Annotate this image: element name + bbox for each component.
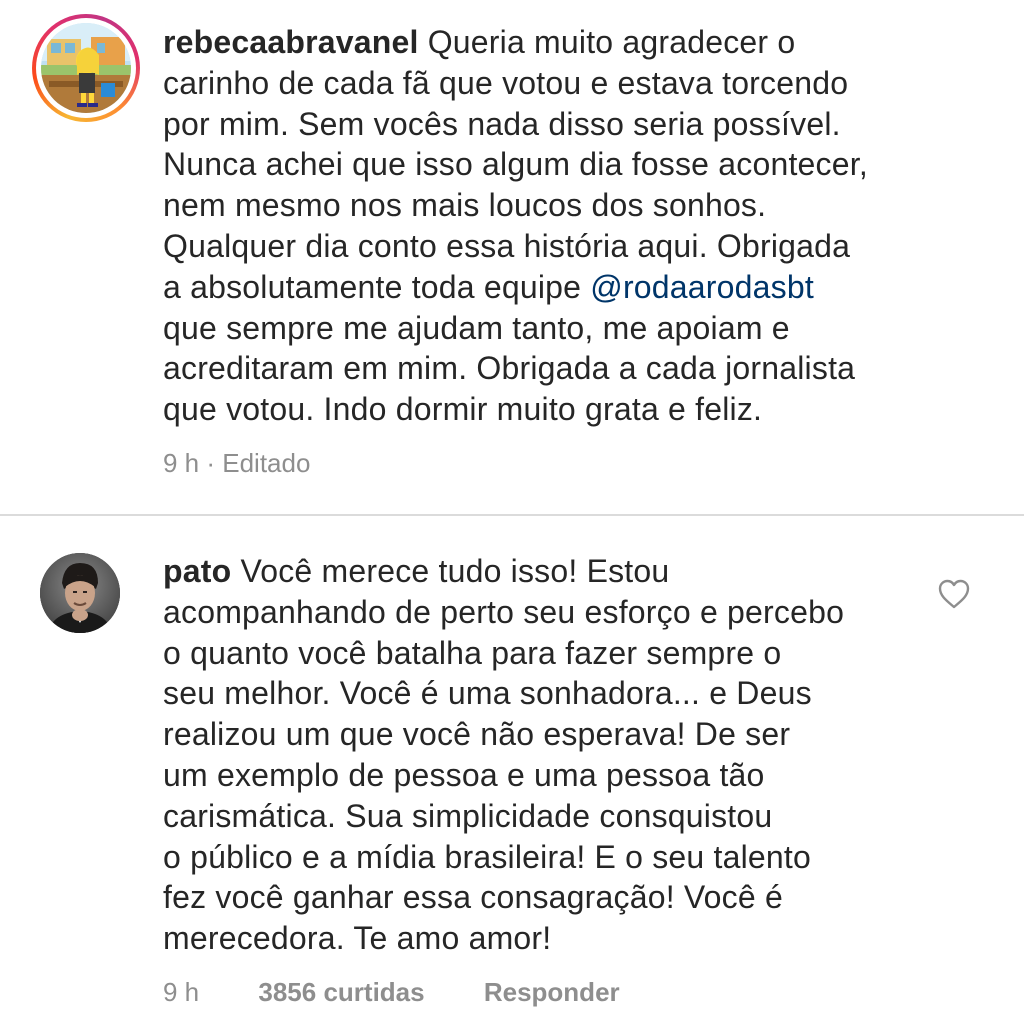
comment-time: 9 h xyxy=(163,977,200,1007)
cartoon-avatar-icon xyxy=(41,23,131,113)
man-portrait-icon xyxy=(40,553,120,633)
comment-body: rebecaabravanel Queria muito agradecer o… xyxy=(163,22,953,430)
comment-username[interactable]: rebecaabravanel xyxy=(163,24,419,60)
comment-text-part-1: Queria muito agradecer o carinho de cada… xyxy=(163,24,868,305)
comment-time-edited: 9 h · Editado xyxy=(163,448,311,478)
comment-pato: pato Você merece tudo isso! Estou acompa… xyxy=(0,520,1024,1021)
heart-outline-icon[interactable] xyxy=(937,578,971,610)
comment-body: pato Você merece tudo isso! Estou acompa… xyxy=(163,551,923,959)
comment-divider xyxy=(0,514,1024,516)
comment-text: Você merece tudo isso! Estou acompanhand… xyxy=(163,553,845,957)
comment-meta: 9 h 3856 curtidas Responder xyxy=(163,977,620,1008)
avatar-pato[interactable] xyxy=(40,553,120,633)
comment-text-part-2: que sempre me ajudam tanto, me apoiam e … xyxy=(163,309,856,428)
story-ring-avatar[interactable] xyxy=(32,14,140,122)
comment-meta: 9 h · Editado xyxy=(163,448,310,479)
likes-count[interactable]: 3856 curtidas xyxy=(258,977,424,1008)
comment-rebecaabravanel: rebecaabravanel Queria muito agradecer o… xyxy=(0,0,1024,512)
reply-button[interactable]: Responder xyxy=(484,977,620,1008)
comment-username[interactable]: pato xyxy=(163,553,231,589)
avatar-rebecaabravanel[interactable] xyxy=(41,23,131,113)
mention-link[interactable]: @rodaarodasbt xyxy=(590,269,814,305)
